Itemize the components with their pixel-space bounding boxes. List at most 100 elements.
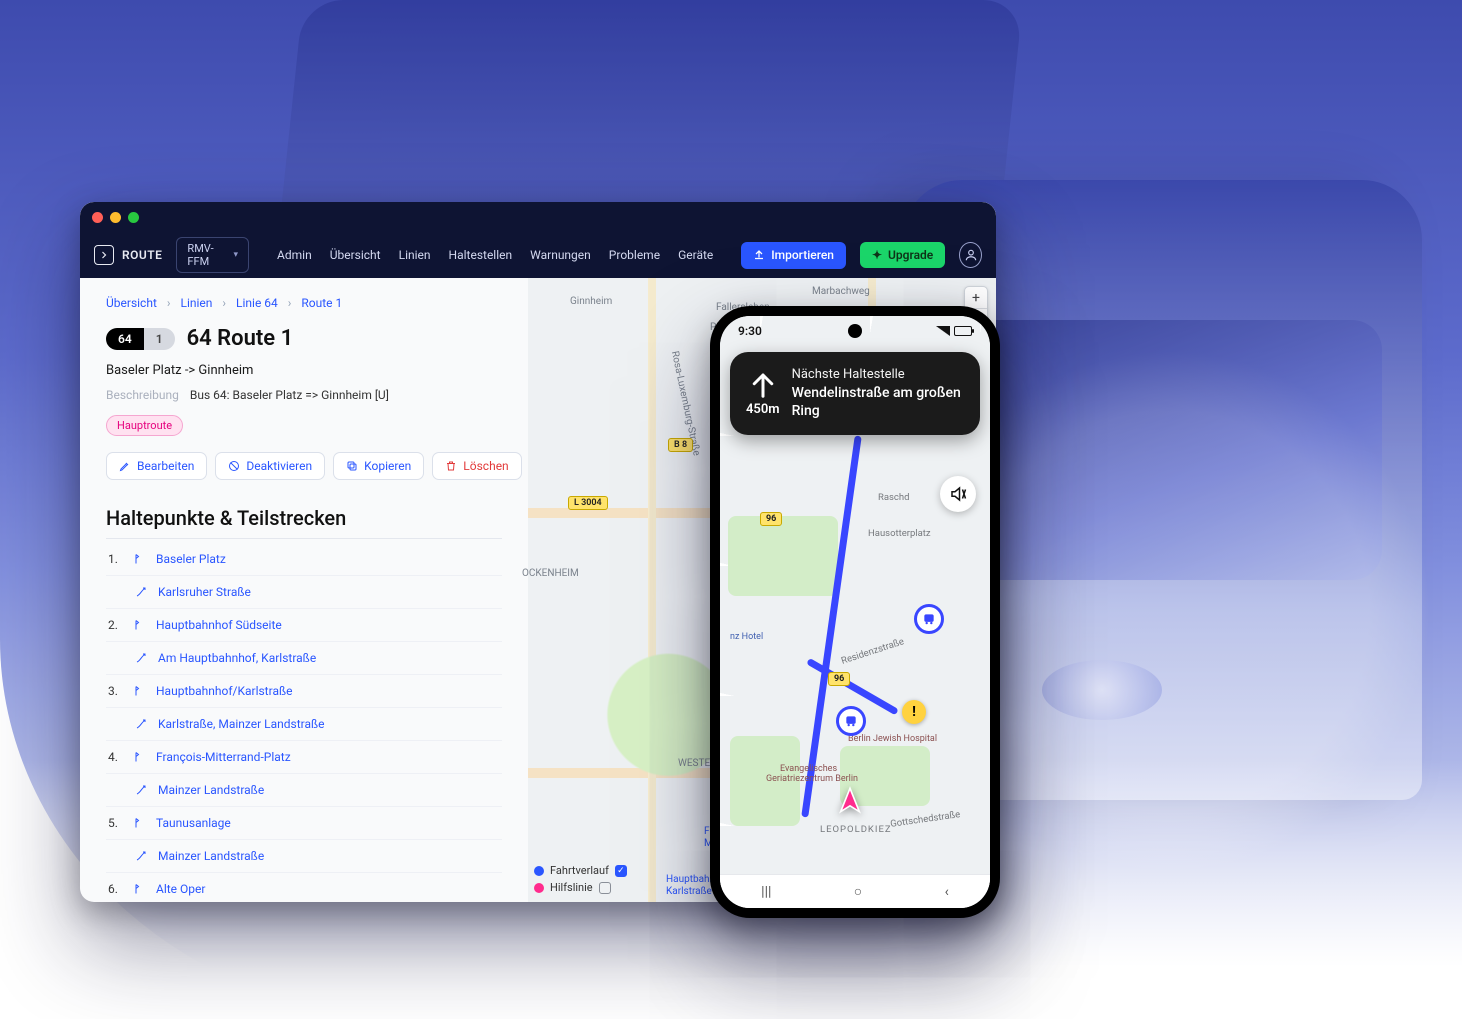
- import-button[interactable]: Importieren: [741, 242, 846, 269]
- nav-overview[interactable]: Übersicht: [330, 248, 381, 262]
- route-direction: Baseler Platz -> Ginnheim: [106, 363, 502, 378]
- district-label: LEOPOLDKIEZ: [820, 824, 892, 835]
- phone-screen[interactable]: 9:30 450m Nächste Haltestelle Wendel: [720, 316, 990, 908]
- stops-heading: Haltepunkte & Teilstrecken: [106, 506, 502, 539]
- legend-route-label: Fahrtverlauf: [550, 864, 609, 877]
- map-legend: Fahrtverlauf ✓ Hilfslinie: [534, 862, 627, 896]
- road-shield: 96: [760, 512, 782, 526]
- window-traffic-lights: [80, 202, 996, 232]
- nav-next-stop-label: Nächste Haltestelle: [792, 366, 964, 384]
- segment-row[interactable]: Am Hauptbahnhof, Karlstraße: [106, 642, 502, 675]
- road-shield: L 3004: [568, 496, 608, 510]
- poi-label: nz Hotel: [730, 632, 763, 642]
- stop-icon: [132, 684, 146, 698]
- segment-icon: [134, 585, 148, 599]
- warning-marker[interactable]: !: [902, 700, 926, 724]
- nav-destination: Wendelinstraße am großen Ring: [792, 384, 964, 422]
- window-close-button[interactable]: [92, 212, 103, 223]
- tenant-dropdown[interactable]: RMV-FFM ▾: [176, 237, 249, 273]
- nav-stops[interactable]: Haltestellen: [449, 248, 513, 262]
- nav-distance: 450m: [746, 402, 780, 417]
- nav-admin[interactable]: Admin: [277, 248, 312, 262]
- map-label: Ginnheim: [570, 296, 612, 307]
- window-maximize-button[interactable]: [128, 212, 139, 223]
- stop-row[interactable]: 4. François-Mitterrand-Platz: [106, 741, 502, 774]
- status-icons: [936, 326, 972, 336]
- copy-icon: [346, 460, 358, 472]
- android-home-button[interactable]: ○: [854, 883, 862, 900]
- phone-camera-notch: [848, 324, 862, 338]
- tenant-name: RMV-FFM: [187, 242, 227, 268]
- segment-row[interactable]: Mainzer Landstraße: [106, 774, 502, 807]
- bus-stop-marker[interactable]: [914, 604, 944, 634]
- top-nav: Admin Übersicht Linien Haltestellen Warn…: [277, 248, 713, 262]
- phone-clock: 9:30: [738, 324, 762, 338]
- crumb-route-1[interactable]: Route 1: [301, 296, 342, 310]
- stop-row[interactable]: 1. Baseler Platz: [106, 543, 502, 576]
- segment-row[interactable]: Karlstraße, Mainzer Landstraße: [106, 708, 502, 741]
- stop-icon: [132, 618, 146, 632]
- segment-icon: [134, 783, 148, 797]
- nav-instruction-card: 450m Nächste Haltestelle Wendelinstraße …: [730, 352, 980, 435]
- segment-name: Karlsruher Straße: [158, 585, 251, 599]
- upgrade-button[interactable]: ✦ Upgrade: [860, 242, 945, 268]
- stop-row[interactable]: 5. Taunusanlage: [106, 807, 502, 840]
- brand-logo-icon: [94, 245, 114, 265]
- phone-mockup: 9:30 450m Nächste Haltestelle Wendel: [710, 306, 1000, 918]
- detail-pane: Übersicht› Linien› Linie 64› Route 1 64 …: [80, 278, 528, 902]
- nav-warnings[interactable]: Warnungen: [530, 248, 591, 262]
- android-back-button[interactable]: ‹: [945, 884, 949, 900]
- topbar: ROUTE RMV-FFM ▾ Admin Übersicht Linien H…: [80, 232, 996, 278]
- segment-icon: [134, 651, 148, 665]
- route-number-pill: 64 1: [106, 328, 175, 350]
- poi-label: Evangelisches: [780, 764, 837, 774]
- copy-button[interactable]: Kopieren: [333, 452, 424, 480]
- android-recents-button[interactable]: |||: [761, 884, 771, 900]
- action-row: Bearbeiten Deaktivieren Kopieren: [106, 452, 502, 480]
- battery-icon: [954, 326, 972, 336]
- edit-button[interactable]: Bearbeiten: [106, 452, 207, 480]
- sparkle-icon: ✦: [872, 248, 882, 262]
- legend-route-checkbox[interactable]: ✓: [615, 865, 627, 877]
- stop-icon: [132, 882, 146, 896]
- account-button[interactable]: [959, 242, 982, 268]
- bus-stop-marker[interactable]: [836, 706, 866, 736]
- stop-icon: [132, 816, 146, 830]
- stop-row[interactable]: 6. Alte Oper: [106, 873, 502, 902]
- android-nav-bar: ||| ○ ‹: [720, 874, 990, 908]
- brand: ROUTE: [94, 245, 162, 265]
- legend-aux-checkbox[interactable]: [599, 882, 611, 894]
- window-minimize-button[interactable]: [110, 212, 121, 223]
- breadcrumb: Übersicht› Linien› Linie 64› Route 1: [106, 296, 502, 310]
- segment-row[interactable]: Karlsruher Straße: [106, 576, 502, 609]
- deactivate-button[interactable]: Deaktivieren: [215, 452, 325, 480]
- map-stop-label: Karlstraße: [666, 886, 712, 897]
- page-title: 64 Route 1: [187, 326, 294, 351]
- brand-name: ROUTE: [122, 248, 162, 262]
- crumb-line-64[interactable]: Linie 64: [236, 296, 278, 310]
- main-route-chip: Hauptroute: [106, 415, 183, 436]
- delete-button[interactable]: Löschen: [432, 452, 521, 480]
- stop-icon: [132, 750, 146, 764]
- route-variant-pill: 1: [144, 328, 175, 350]
- stop-row[interactable]: 2. Hauptbahnhof Südseite: [106, 609, 502, 642]
- street-label: Raschd: [878, 492, 910, 503]
- description-row: Beschreibung Bus 64: Baseler Platz => Gi…: [106, 388, 502, 402]
- crumb-overview[interactable]: Übersicht: [106, 296, 157, 310]
- zoom-in-button[interactable]: +: [965, 287, 987, 309]
- map-label: OCKENHEIM: [522, 568, 579, 579]
- signal-icon: [936, 326, 950, 336]
- segment-row[interactable]: Mainzer Landstraße: [106, 840, 502, 873]
- description-label: Beschreibung: [106, 388, 179, 402]
- line-number-pill: 64: [106, 328, 144, 350]
- upgrade-label: Upgrade: [888, 248, 933, 262]
- poi-label: Berlin Jewish Hospital: [848, 734, 937, 744]
- description-value: Bus 64: Baseler Platz => Ginnheim [U]: [190, 388, 389, 402]
- nav-problems[interactable]: Probleme: [609, 248, 660, 262]
- mute-button[interactable]: [940, 476, 976, 512]
- legend-aux-label: Hilfslinie: [550, 881, 593, 894]
- nav-devices[interactable]: Geräte: [678, 248, 713, 262]
- stop-row[interactable]: 3. Hauptbahnhof/Karlstraße: [106, 675, 502, 708]
- crumb-lines[interactable]: Linien: [181, 296, 213, 310]
- nav-lines[interactable]: Linien: [399, 248, 431, 262]
